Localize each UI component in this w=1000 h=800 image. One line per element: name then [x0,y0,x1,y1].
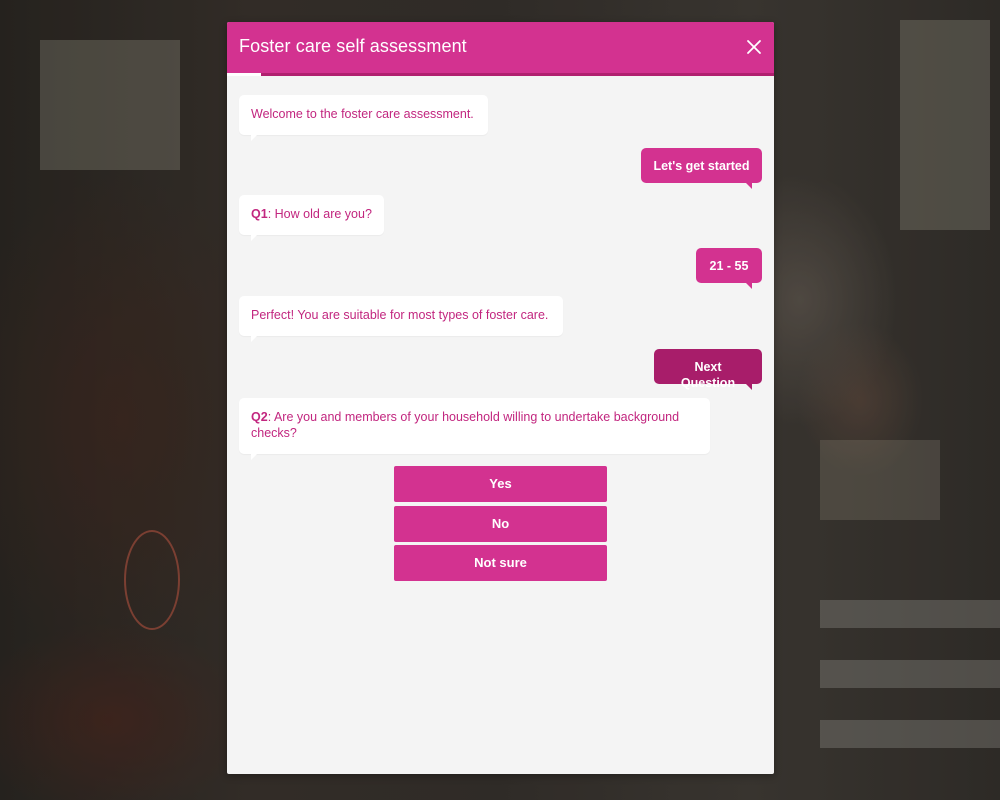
answer-not-sure-button[interactable]: Not sure [394,545,607,581]
assessment-modal: Foster care self assessment Welcome to t… [227,22,774,774]
modal-header: Foster care self assessment [227,22,774,73]
message-text: Let's get started [653,159,750,173]
user-reply: 21 - 55 [696,248,762,289]
question-number: Q2 [251,410,268,424]
message-text: Next Question [680,360,736,390]
close-icon[interactable] [742,35,766,59]
message-text: : Are you and members of your household … [251,410,680,440]
user-reply: Next Question [654,349,762,390]
question-number: Q1 [251,207,268,221]
bot-question: Q2: Are you and members of your househol… [239,398,710,460]
message-text: : How old are you? [267,207,372,221]
message-text: 21 - 55 [709,259,749,273]
modal-title: Foster care self assessment [239,36,467,56]
header-divider [227,73,774,76]
header-progress-indicator [227,73,261,76]
answer-yes-button[interactable]: Yes [394,466,607,502]
bot-message: Welcome to the foster care assessment. [239,95,488,141]
bot-question: Q1: How old are you? [239,195,384,241]
user-reply: Let's get started [641,148,762,189]
message-text: Perfect! You are suitable for most types… [251,308,549,322]
message-text: Welcome to the foster care assessment. [251,107,474,121]
bot-message: Perfect! You are suitable for most types… [239,296,563,342]
answer-no-button[interactable]: No [394,506,607,542]
